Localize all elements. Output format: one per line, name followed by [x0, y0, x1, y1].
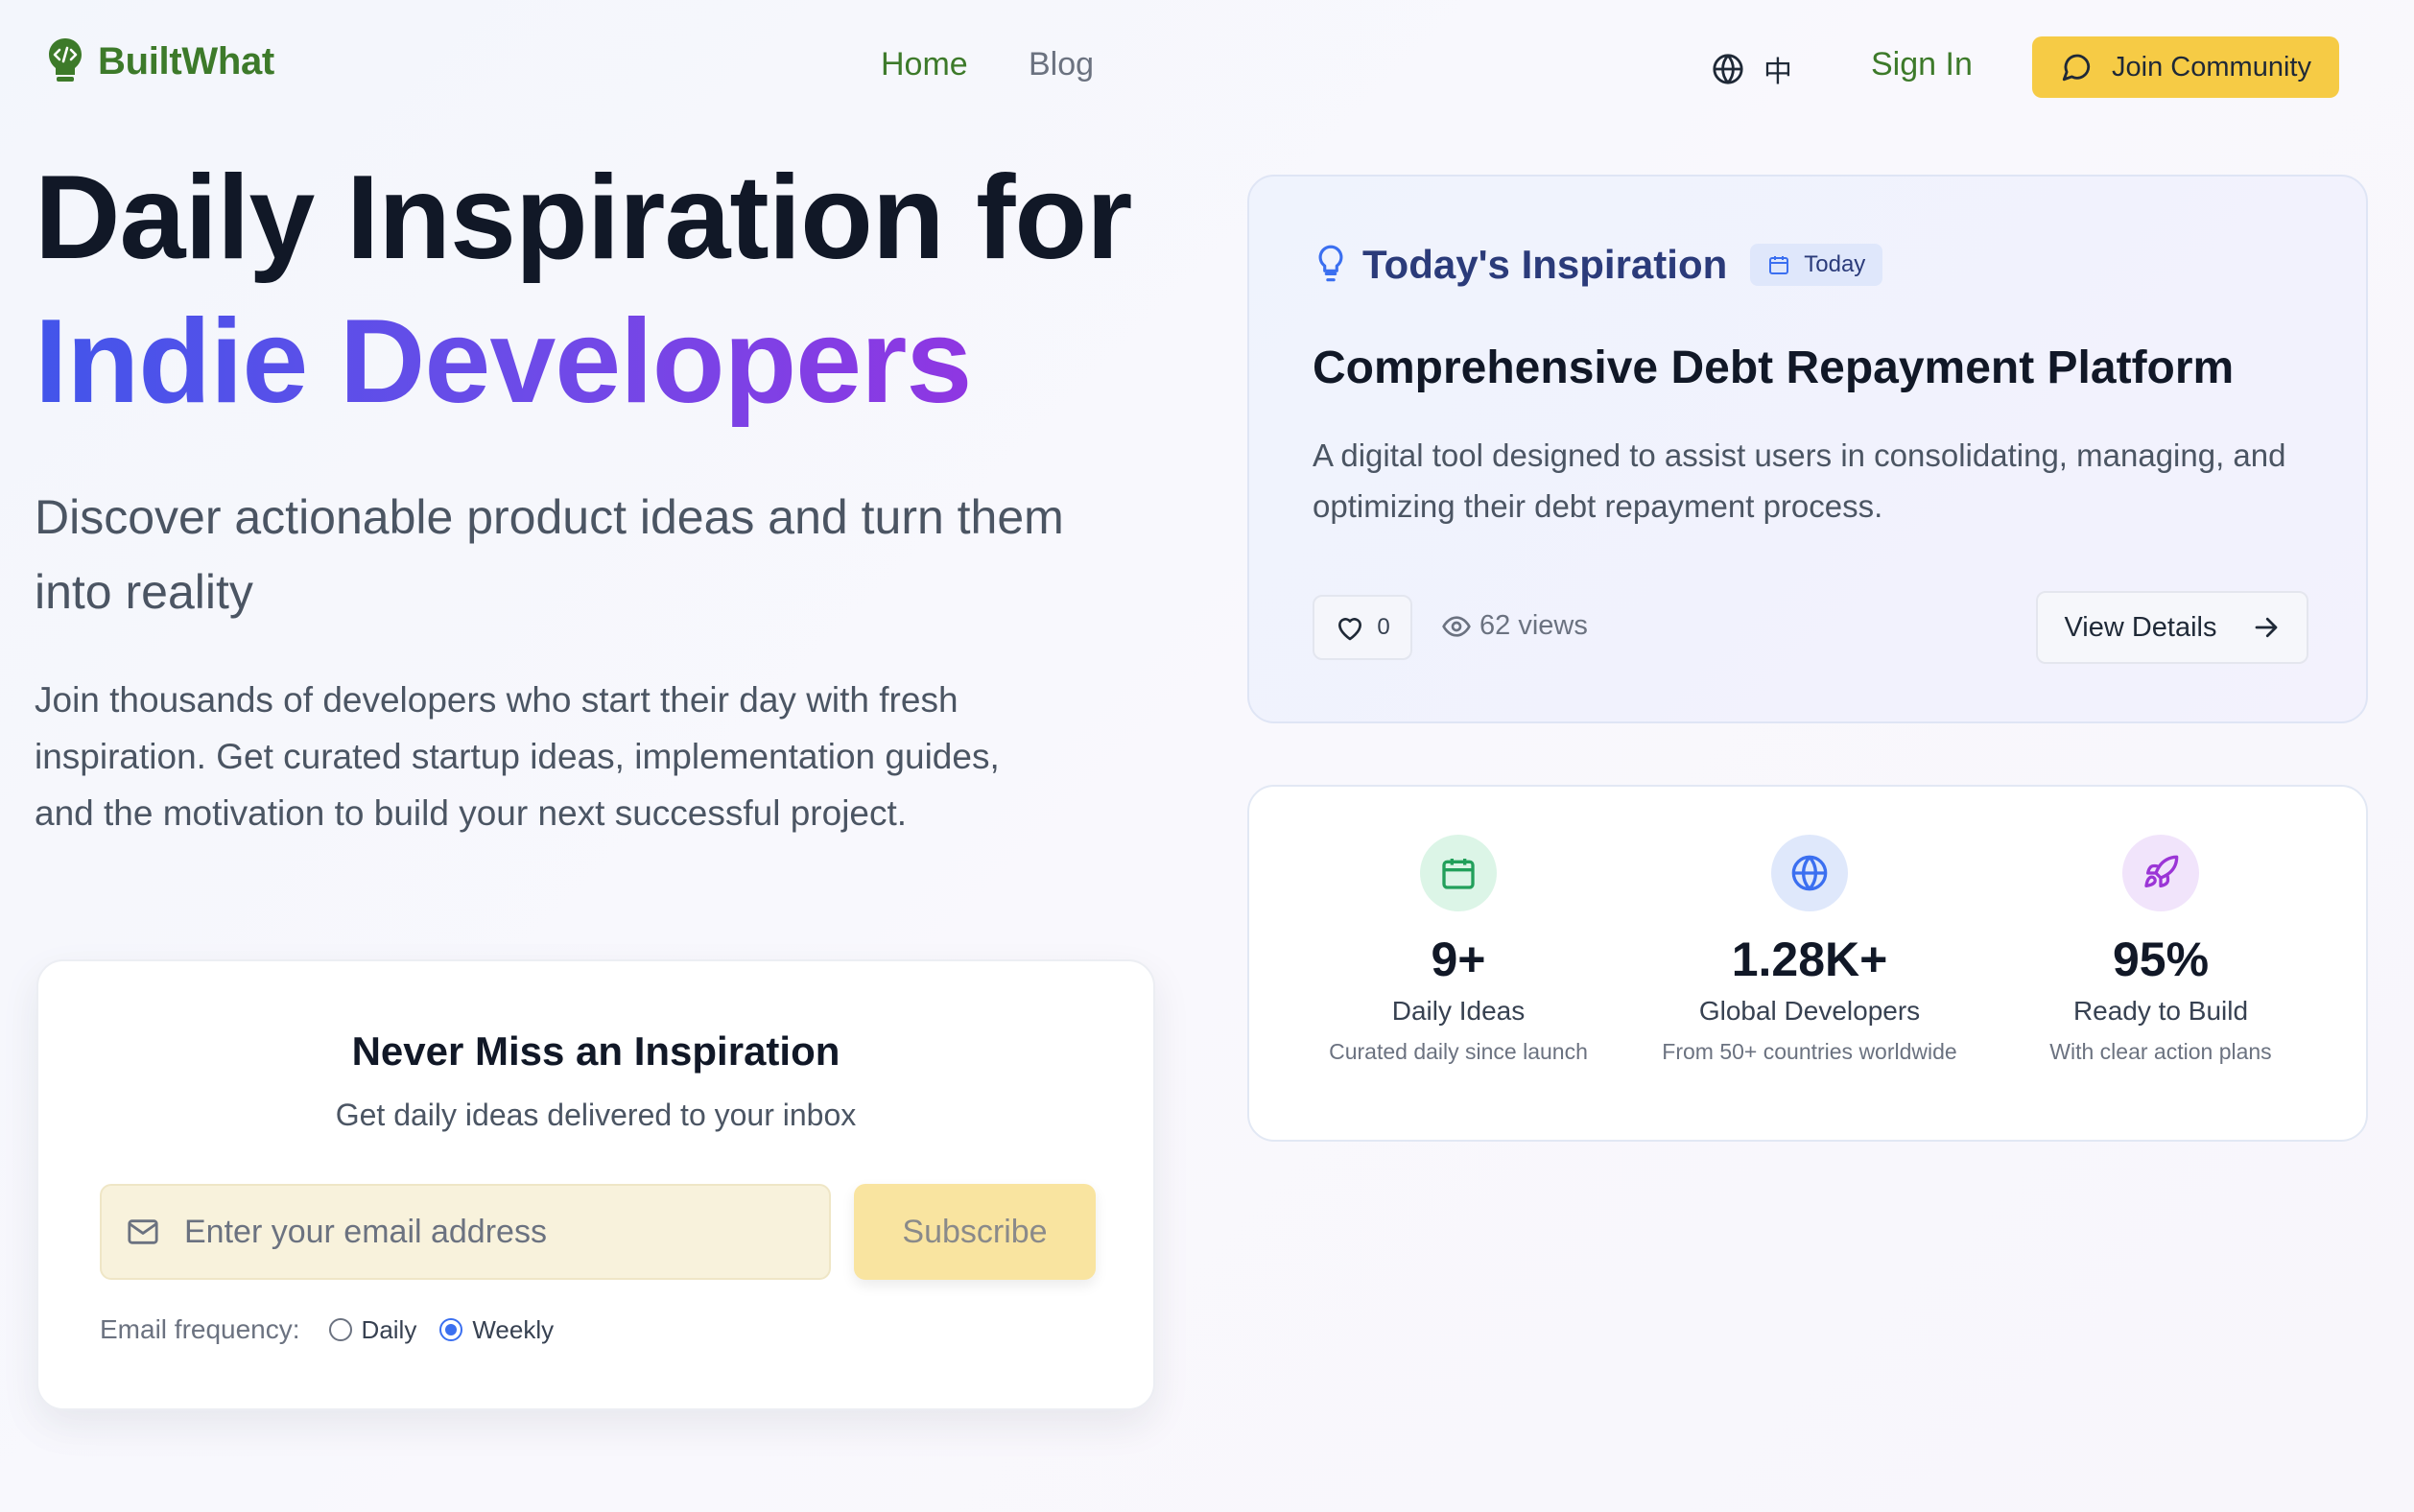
stat-note: From 50+ countries worldwide: [1662, 1039, 1957, 1064]
arrow-right-icon: [2255, 617, 2277, 638]
stat-icon-wrapper: [1771, 835, 1848, 911]
subscribe-button[interactable]: Subscribe: [854, 1184, 1096, 1280]
like-count: 0: [1377, 614, 1390, 640]
frequency-daily-label: Daily: [361, 1314, 417, 1344]
subscribe-subtitle: Get daily ideas delivered to your inbox: [335, 1098, 857, 1132]
calendar-icon: [1769, 256, 1789, 274]
lightbulb-icon: [1318, 245, 1343, 282]
subscribe-card: Never Miss an Inspiration Get daily idea…: [36, 959, 1155, 1410]
email-input[interactable]: [184, 1213, 798, 1251]
stat-global-developers: 1.28K+ Global Developers From 50+ countr…: [1646, 835, 1973, 1067]
brand-name: BuiltWhat: [98, 39, 274, 83]
email-field[interactable]: [100, 1184, 831, 1280]
inspiration-title[interactable]: Comprehensive Debt Repayment Platform: [1313, 342, 2234, 394]
join-community-button[interactable]: Join Community: [2032, 36, 2339, 98]
mail-icon: [128, 1219, 158, 1244]
hero-title-line1: Daily Inspiration for: [35, 152, 1132, 284]
calendar-icon: [1442, 859, 1475, 889]
hero-title-line2: Indie Developers: [35, 290, 1131, 434]
stat-value: 95%: [2112, 933, 2210, 986]
stat-label: Daily Ideas: [1391, 996, 1526, 1026]
eye-icon: [1442, 615, 1471, 637]
frequency-weekly-label: Weekly: [472, 1314, 555, 1344]
stat-value: 9+: [1431, 933, 1486, 986]
frequency-label: Email frequency:: [100, 1314, 300, 1344]
stat-value: 1.28K+: [1731, 933, 1888, 986]
stat-label: Global Developers: [1698, 996, 1921, 1026]
inspiration-description: A digital tool designed to assist users …: [1313, 437, 2286, 524]
like-button[interactable]: 0: [1313, 595, 1412, 660]
frequency-daily-radio[interactable]: Daily: [328, 1314, 417, 1345]
inspiration-heading: Today's Inspiration: [1362, 242, 1728, 287]
stat-label: Ready to Build: [2072, 996, 2249, 1026]
view-count: 62 views: [1441, 610, 1588, 642]
hero-title: Daily Inspiration for Indie Developers: [35, 146, 1132, 434]
stat-icon-wrapper: [1420, 835, 1497, 911]
radio-daily-indicator[interactable]: [328, 1318, 352, 1341]
stat-ready-to-build: 95% Ready to Build With clear action pla…: [1998, 835, 2324, 1067]
lightbulb-code-icon: [49, 38, 82, 82]
language-switcher[interactable]: 中: [1712, 48, 1792, 90]
view-details-label: View Details: [2064, 611, 2217, 643]
inspiration-header: Today's Inspiration Today: [1313, 242, 1883, 288]
heart-icon: [1338, 618, 1362, 641]
globe-icon: [1791, 855, 1828, 891]
stat-note: With clear action plans: [2049, 1039, 2272, 1064]
today-badge-label: Today: [1804, 251, 1866, 277]
globe-icon: [1713, 54, 1743, 84]
view-details-button[interactable]: View Details: [2036, 591, 2308, 664]
stat-icon-wrapper: [2122, 835, 2199, 911]
chat-bubble-icon: [2062, 54, 2091, 82]
frequency-weekly-radio[interactable]: Weekly: [439, 1315, 554, 1345]
stat-daily-ideas: 9+ Daily Ideas Curated daily since launc…: [1295, 835, 1621, 1067]
sign-in-link[interactable]: Sign In: [1871, 46, 1973, 83]
brand-logo[interactable]: BuiltWhat: [46, 36, 274, 86]
hero-subtitle: Discover actionable product ideas and tu…: [35, 490, 1064, 619]
language-label: 中: [1763, 57, 1792, 88]
stats-card: 9+ Daily Ideas Curated daily since launc…: [1247, 785, 2368, 1142]
email-frequency: Email frequency: Daily Weekly: [100, 1314, 577, 1345]
join-community-label: Join Community: [2112, 51, 2311, 83]
nav-blog-link[interactable]: Blog: [1029, 46, 1094, 83]
rocket-icon: [2144, 855, 2179, 887]
stat-note: Curated daily since launch: [1329, 1039, 1588, 1064]
view-count-label: 62 views: [1479, 610, 1588, 641]
hero-description: Join thousands of developers who start t…: [35, 680, 1000, 833]
page: BuiltWhat Home Blog 中 Sign In Join Commu…: [0, 0, 2414, 1512]
today-badge: Today: [1750, 244, 1883, 286]
radio-weekly-indicator[interactable]: [439, 1318, 463, 1341]
nav-home-link[interactable]: Home: [881, 46, 968, 83]
todays-inspiration-card: Today's Inspiration Today Comprehensive …: [1247, 175, 2368, 723]
subscribe-title: Never Miss an Inspiration: [351, 1028, 840, 1074]
